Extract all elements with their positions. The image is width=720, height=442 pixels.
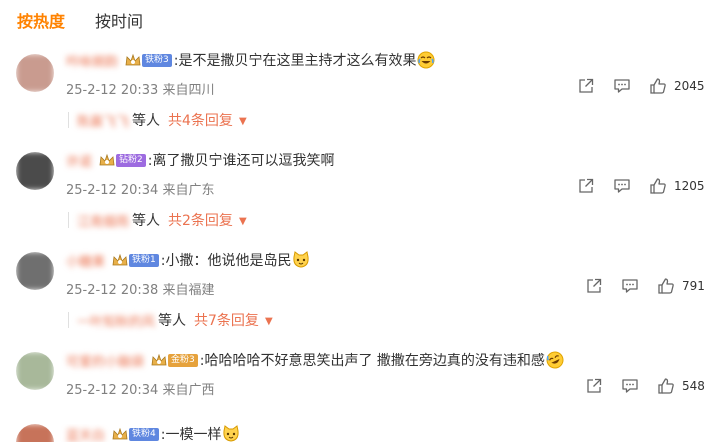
reply-summary: 陈晨飞飞 等人 共4条回复 ▼ [68,109,247,131]
username[interactable]: 蓝天白 [66,425,105,442]
comment-header: 小糖果 铁粉1 :小撒：他说他是岛民 [66,250,310,270]
avatar[interactable] [16,352,54,390]
crown-icon [111,252,129,268]
reply-summary: 一叶知秋的风 等人 共7条回复 ▼ [68,309,273,331]
username[interactable]: 吟咏婉韵 [66,51,118,70]
divider [68,112,69,128]
username[interactable]: 许诺 [66,151,92,170]
comment-item: 许诺 钻粉2 :离了撒贝宁谁还可以逗我笑啊 25-2-12 20:34 来自广东… [0,150,720,250]
comment-meta: 25-2-12 20:34 来自广东 [66,183,215,198]
comment-text: :一模一样 [160,427,222,442]
crown-icon [98,152,116,168]
fan-badge[interactable]: 铁粉1 [111,252,159,268]
cat-face-emoji [222,425,240,442]
sort-tabs: 按热度 按时间 [17,10,143,34]
thumbs-up-icon[interactable] [649,77,667,95]
badge-label: 金粉3 [168,353,198,367]
thumbs-up-icon[interactable] [649,177,667,195]
reply-deng-label: 等人 [132,213,161,229]
thumbs-up-icon[interactable] [657,277,675,295]
comment-meta: 25-2-12 20:33 来自四川 [66,83,215,98]
crown-icon [111,426,129,442]
fan-badge[interactable]: 金粉3 [150,352,198,368]
share-icon[interactable] [585,377,603,395]
fan-badge[interactable]: 铁粉4 [111,426,159,442]
comment-text: :哈哈哈哈不好意思笑出声了 撒撒在旁边真的没有违和感 [199,353,545,369]
username[interactable]: 可爱的小脑袋 [66,351,144,370]
comment-header: 吟咏婉韵 铁粉3 :是不是撒贝宁在这里主持才这么有效果 [66,50,435,70]
chevron-down-icon: ▼ [264,316,273,327]
rofl-emoji [546,351,564,369]
like-count: 548 [682,379,705,393]
reply-deng-label: 等人 [132,113,161,129]
share-icon[interactable] [577,77,595,95]
reply-usernames[interactable]: 一叶知秋的风 [77,311,155,330]
badge-label: 钻粉2 [116,153,146,167]
comment-header: 许诺 钻粉2 :离了撒贝宁谁还可以逗我笑啊 [66,150,334,170]
comment-icon[interactable] [613,177,631,195]
share-icon[interactable] [585,277,603,295]
username[interactable]: 小糖果 [66,251,105,270]
comment-header: 可爱的小脑袋 金粉3 :哈哈哈哈不好意思笑出声了 撒撒在旁边真的没有违和感 [66,350,564,370]
comment-item: 吟咏婉韵 铁粉3 :是不是撒贝宁在这里主持才这么有效果 25-2-12 20:3… [0,50,720,150]
comment-item: 蓝天白 铁粉4 :一模一样 [0,424,720,442]
comment-icon[interactable] [621,277,639,295]
fan-badge[interactable]: 钻粉2 [98,152,146,168]
avatar[interactable] [16,424,54,442]
badge-label: 铁粉1 [129,253,159,267]
comment-actions: 2045 [577,76,705,96]
reply-usernames[interactable]: 江南烟雨 [77,211,129,230]
badge-label: 铁粉4 [129,427,159,441]
chevron-down-icon: ▼ [238,216,247,227]
divider [68,312,69,328]
comment-text: :小撒：他说他是岛民 [160,253,292,269]
thumbs-up-icon[interactable] [657,377,675,395]
share-icon[interactable] [577,177,595,195]
reply-deng-label: 等人 [158,313,187,329]
comment-icon[interactable] [621,377,639,395]
chevron-down-icon: ▼ [238,116,247,127]
crown-icon [150,352,168,368]
avatar[interactable] [16,252,54,290]
comment-meta: 25-2-12 20:38 来自福建 [66,283,215,298]
avatar[interactable] [16,54,54,92]
badge-label: 铁粉3 [142,53,172,67]
comment-actions: 548 [585,376,705,396]
fan-badge[interactable]: 铁粉3 [124,52,172,68]
tab-sort-by-time[interactable]: 按时间 [95,11,143,33]
view-replies-link[interactable]: 共4条回复 ▼ [168,110,247,130]
comment-actions: 791 [585,276,705,296]
comment-actions: 1205 [577,176,705,196]
laugh-cry-emoji [417,51,435,69]
reply-usernames[interactable]: 陈晨飞飞 [77,111,129,130]
like-count: 1205 [674,179,705,193]
like-count: 791 [682,279,705,293]
comment-header: 蓝天白 铁粉4 :一模一样 [66,424,240,442]
comment-item: 小糖果 铁粉1 :小撒：他说他是岛民 25-2-12 20:38 来自福建 79… [0,250,720,350]
cat-face-emoji [292,251,310,269]
comment-meta: 25-2-12 20:34 来自广西 [66,383,215,398]
reply-summary: 江南烟雨 等人 共2条回复 ▼ [68,209,247,231]
tab-sort-by-hot[interactable]: 按热度 [17,11,65,33]
view-replies-link[interactable]: 共7条回复 ▼ [194,310,273,330]
comment-text: :离了撒贝宁谁还可以逗我笑啊 [147,153,335,169]
like-count: 2045 [674,79,705,93]
comment-icon[interactable] [613,77,631,95]
avatar[interactable] [16,152,54,190]
comment-text: :是不是撒贝宁在这里主持才这么有效果 [173,53,417,69]
view-replies-link[interactable]: 共2条回复 ▼ [168,210,247,230]
divider [68,212,69,228]
crown-icon [124,52,142,68]
